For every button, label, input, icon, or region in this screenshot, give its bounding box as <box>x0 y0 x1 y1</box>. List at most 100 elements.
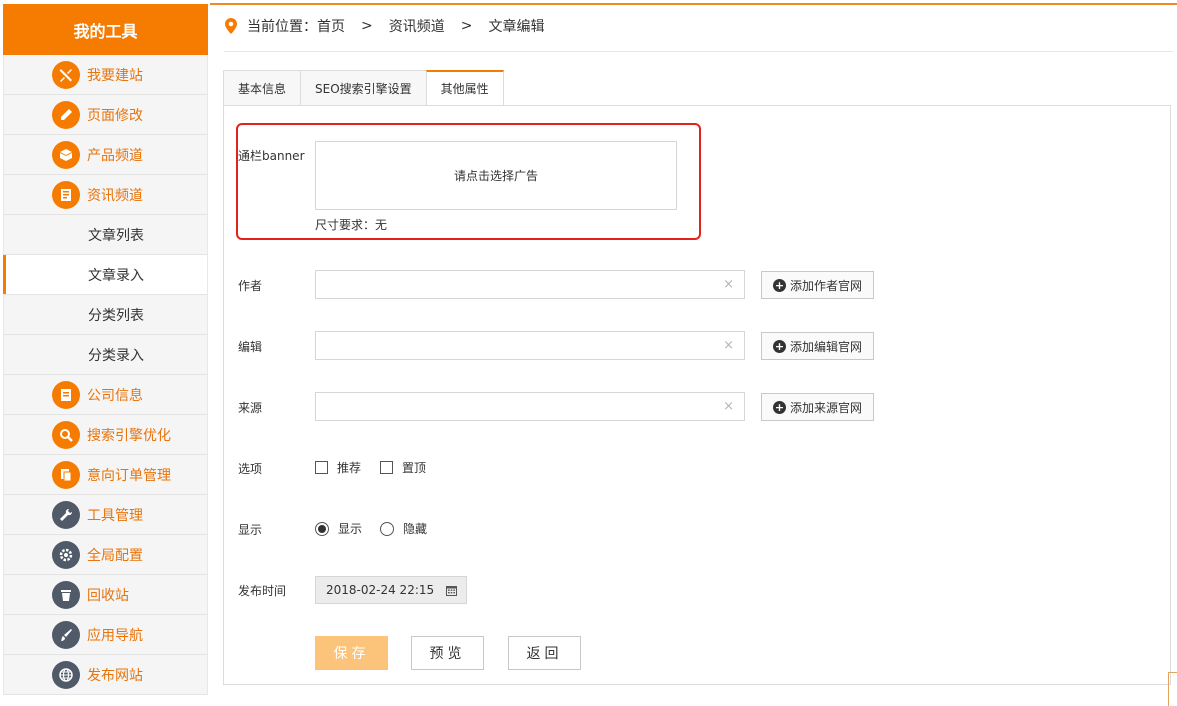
sidebar-item-label: 工具管理 <box>87 507 143 524</box>
publish-time-label: 发布时间 <box>238 584 287 598</box>
add-author-site-label: 添加作者官网 <box>789 278 862 293</box>
clear-icon[interactable]: × <box>723 277 734 292</box>
clear-icon[interactable]: × <box>723 399 734 414</box>
document-icon <box>52 380 80 409</box>
editor-input[interactable]: × <box>315 331 745 360</box>
wrench-icon <box>52 500 80 529</box>
add-source-site-label: 添加来源官网 <box>789 400 862 415</box>
location-pin-icon <box>225 18 237 34</box>
add-source-site-button[interactable]: + 添加来源官网 <box>761 393 874 421</box>
back-button[interactable]: 返回 <box>508 636 581 670</box>
add-editor-site-label: 添加编辑官网 <box>789 339 862 354</box>
add-editor-site-button[interactable]: + 添加编辑官网 <box>761 332 874 360</box>
breadcrumb: 当前位置： 首页 > 资讯频道 > 文章编辑 <box>224 16 544 36</box>
author-label: 作者 <box>238 279 263 293</box>
plus-circle-icon: + <box>772 278 786 292</box>
display-label: 显示 <box>238 523 263 537</box>
author-input[interactable]: × <box>315 270 745 299</box>
options-label: 选项 <box>238 462 263 476</box>
banner-size-note: 尺寸要求：无 <box>315 218 388 232</box>
sidebar-item-tool-management[interactable]: 工具管理 <box>4 495 207 535</box>
sidebar-item-label: 资讯频道 <box>87 187 143 204</box>
sidebar-item-global-config[interactable]: 全局配置 <box>4 535 207 575</box>
sidebar-item-build-site[interactable]: 我要建站 <box>4 55 207 95</box>
checkbox-box[interactable] <box>315 461 328 474</box>
plus-circle-icon: + <box>772 339 786 353</box>
sidebar-item-label: 回收站 <box>87 587 129 604</box>
banner-label: 通栏banner <box>238 149 305 163</box>
plus-circle-icon: + <box>772 400 786 414</box>
sidebar-title: 我的工具 <box>3 4 208 55</box>
calendar-icon[interactable] <box>446 585 457 596</box>
breadcrumb-news-channel[interactable]: 资讯频道 <box>389 16 445 36</box>
sidebar-item-recycle-bin[interactable]: 回收站 <box>4 575 207 615</box>
save-button[interactable]: 保存 <box>315 636 388 670</box>
sidebar-item-publish-site[interactable]: 发布网站 <box>4 655 207 695</box>
sidebar-menu: 我要建站 页面修改 产品频道 资讯频道 文章列表 文章录入 分类列表 分类录入 <box>3 55 208 695</box>
clear-icon[interactable]: × <box>723 338 734 353</box>
sidebar-item-label: 全局配置 <box>87 547 143 564</box>
breadcrumb-prefix: 当前位置： <box>247 19 317 35</box>
sidebar-item-product-channel[interactable]: 产品频道 <box>4 135 207 175</box>
sidebar-item-seo[interactable]: 搜索引擎优化 <box>4 415 207 455</box>
radio-button[interactable] <box>380 521 394 536</box>
add-author-site-button[interactable]: + 添加作者官网 <box>761 271 874 299</box>
sidebar-item-label: 我要建站 <box>87 67 143 84</box>
display-show-radio[interactable]: 显示 <box>315 520 362 537</box>
box-icon <box>52 140 80 169</box>
sidebar-subitem-article-entry[interactable]: 文章录入 <box>3 255 207 295</box>
sidebar-subitem-category-list[interactable]: 分类列表 <box>4 295 207 335</box>
display-hide-radio[interactable]: 隐藏 <box>380 520 427 537</box>
tab-other-attributes[interactable]: 其他属性 <box>425 70 504 106</box>
top-accent-line <box>210 3 1177 5</box>
gear-icon <box>52 540 80 569</box>
sidebar-subitem-category-entry[interactable]: 分类录入 <box>4 335 207 375</box>
breadcrumb-current: 文章编辑 <box>488 19 545 35</box>
sidebar-item-page-edit[interactable]: 页面修改 <box>4 95 207 135</box>
radio-dot <box>318 524 326 533</box>
pin-top-checkbox[interactable]: 置顶 <box>380 459 426 476</box>
recommend-label: 推荐 <box>337 461 362 475</box>
sidebar-item-label: 应用导航 <box>87 627 143 644</box>
sidebar-item-order-management[interactable]: 意向订单管理 <box>4 455 207 495</box>
display-hide-label: 隐藏 <box>403 522 428 536</box>
sidebar-item-label: 搜索引擎优化 <box>87 427 171 444</box>
copy-icon <box>52 460 80 489</box>
breadcrumb-separator: > <box>460 18 473 34</box>
radio-button-selected[interactable] <box>315 521 329 536</box>
sidebar-item-label: 产品频道 <box>87 147 143 164</box>
pin-top-label: 置顶 <box>402 461 427 475</box>
sidebar-subitem-article-list[interactable]: 文章列表 <box>4 215 207 255</box>
sidebar-item-news-channel[interactable]: 资讯频道 <box>4 175 207 215</box>
brush-icon <box>52 620 80 649</box>
editor-label: 编辑 <box>238 340 263 354</box>
display-show-label: 显示 <box>338 522 363 536</box>
publish-time-input[interactable]: 2018-02-24 22:15 <box>315 576 467 604</box>
sidebar-item-label: 意向订单管理 <box>87 467 171 484</box>
sidebar-item-company-info[interactable]: 公司信息 <box>4 375 207 415</box>
sidebar: 我的工具 我要建站 页面修改 产品频道 资讯频道 文章列表 文章录入 分类列表 … <box>3 4 208 696</box>
trash-icon <box>52 580 80 609</box>
tools-icon <box>52 60 80 89</box>
sidebar-item-label: 页面修改 <box>87 107 143 124</box>
breadcrumb-divider <box>224 51 1173 52</box>
corner-mark <box>1168 672 1177 706</box>
preview-button[interactable]: 预览 <box>411 636 484 670</box>
tab-bar: 基本信息 SEO搜索引擎设置 其他属性 <box>223 70 504 106</box>
pencil-icon <box>52 100 80 129</box>
source-input[interactable]: × <box>315 392 745 421</box>
tab-basic-info[interactable]: 基本信息 <box>223 70 301 106</box>
sidebar-item-label: 发布网站 <box>87 667 143 684</box>
breadcrumb-separator: > <box>361 18 373 34</box>
tab-seo-settings[interactable]: SEO搜索引擎设置 <box>300 70 426 106</box>
checkbox-box[interactable] <box>380 461 393 474</box>
publish-time-value: 2018-02-24 22:15 <box>326 583 435 597</box>
sidebar-item-label: 公司信息 <box>87 387 143 404</box>
newspaper-icon <box>52 180 80 209</box>
banner-select-box[interactable]: 请点击选择广告 <box>315 141 677 210</box>
source-label: 来源 <box>238 401 263 415</box>
breadcrumb-home[interactable]: 首页 <box>317 16 345 36</box>
recommend-checkbox[interactable]: 推荐 <box>315 459 361 476</box>
globe-icon <box>52 660 80 689</box>
sidebar-item-app-navigation[interactable]: 应用导航 <box>4 615 207 655</box>
